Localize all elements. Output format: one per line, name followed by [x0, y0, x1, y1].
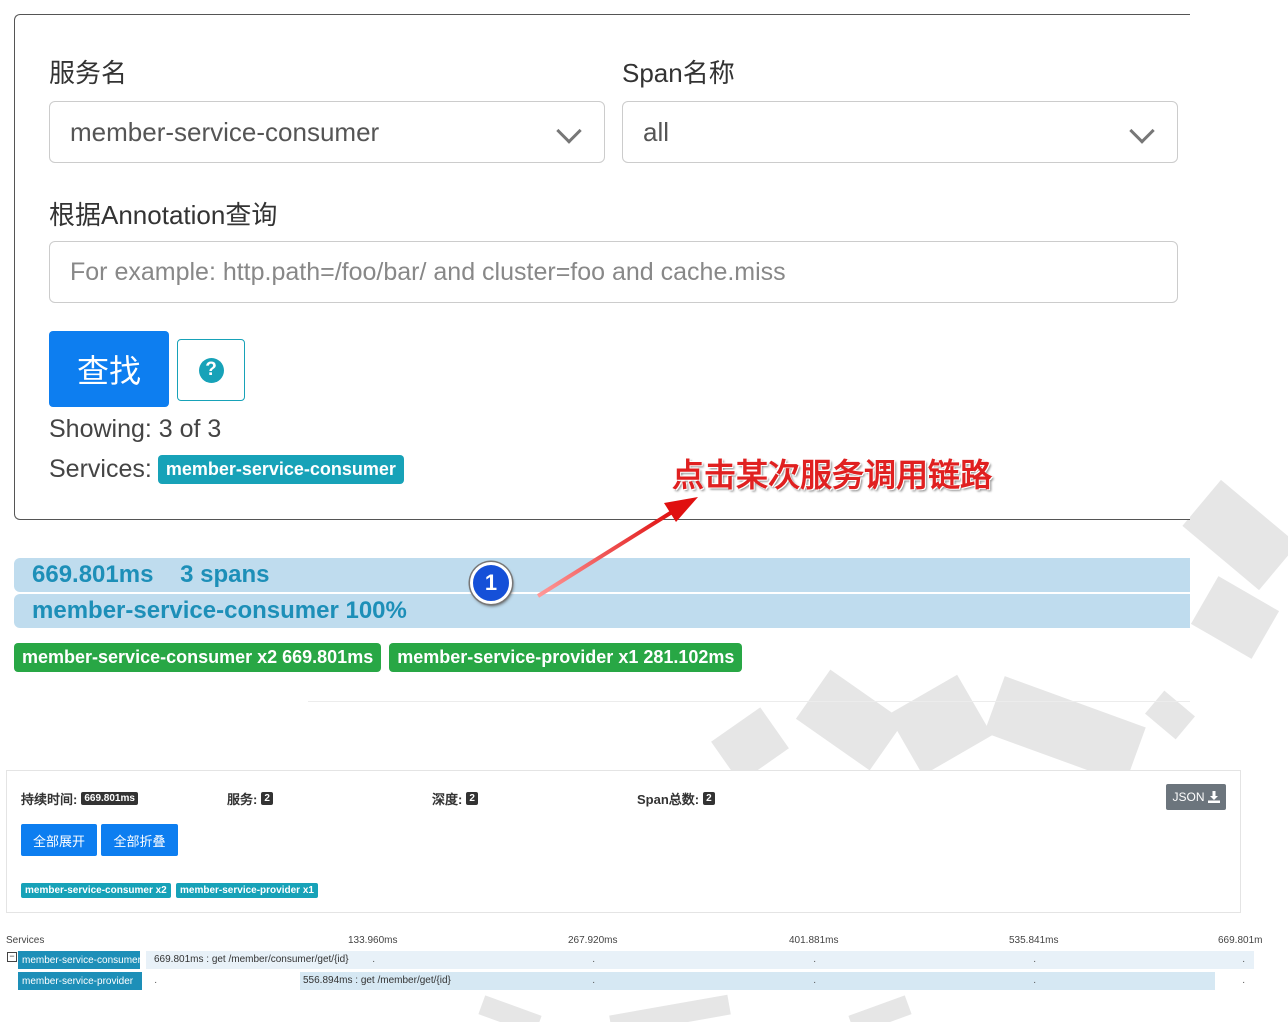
step-number-badge: 1 [470, 562, 512, 604]
red-arrow-icon [536, 497, 698, 598]
